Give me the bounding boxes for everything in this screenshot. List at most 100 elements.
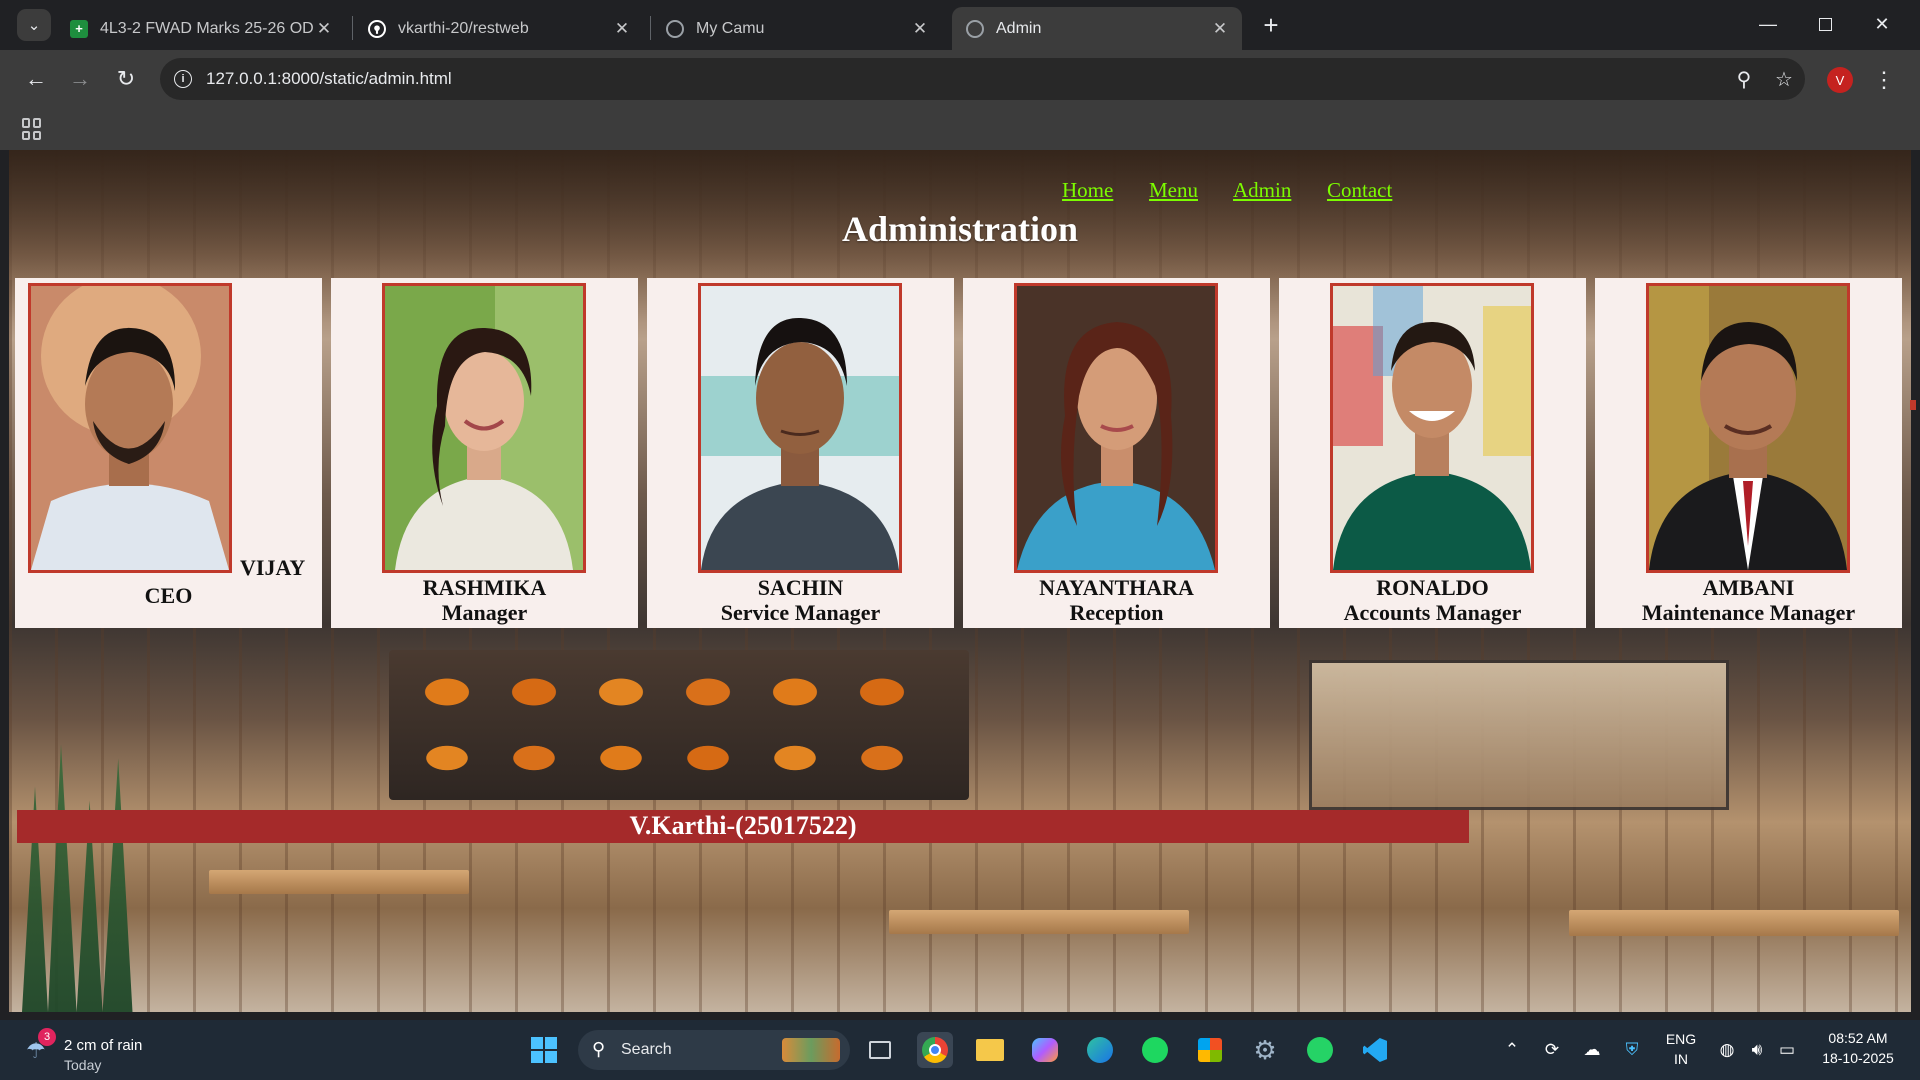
back-button[interactable]: ← <box>20 63 52 95</box>
staff-card-service-manager: SACHIN Service Manager <box>647 278 954 628</box>
close-icon[interactable]: ✕ <box>1210 19 1230 39</box>
github-icon <box>368 19 386 38</box>
spotify-button[interactable] <box>1137 1032 1173 1068</box>
nav-contact-link[interactable]: Contact <box>1327 178 1392 203</box>
sync-icon[interactable]: ⟳ <box>1540 1038 1564 1062</box>
page-viewport: Home Menu Admin Contact Administration V… <box>9 150 1911 1012</box>
background-table <box>209 870 469 894</box>
search-highlight-art <box>782 1038 840 1062</box>
file-explorer-button[interactable] <box>972 1032 1008 1068</box>
apps-grid-icon[interactable] <box>22 118 44 140</box>
edge-button[interactable] <box>1082 1032 1118 1068</box>
copilot-button[interactable] <box>1027 1032 1063 1068</box>
nav-menu-link[interactable]: Menu <box>1149 178 1198 203</box>
weather-text: 2 cm of rain <box>64 1037 143 1054</box>
network-icon[interactable]: ◍ <box>1715 1038 1739 1062</box>
background-table <box>1569 910 1899 936</box>
browser-toolbar: ← → ↻ i 127.0.0.1:8000/static/admin.html… <box>0 50 1920 108</box>
minimize-button[interactable]: — <box>1748 8 1788 40</box>
staff-card-manager: RASHMIKA Manager <box>331 278 638 628</box>
tab-title: My Camu <box>696 19 765 37</box>
staff-name: RONALDO <box>1376 575 1489 600</box>
edge-icon <box>1087 1037 1113 1063</box>
staff-photo <box>1646 283 1850 573</box>
search-label: Search <box>621 1041 672 1058</box>
staff-role: CEO <box>144 583 193 608</box>
battery-icon[interactable]: ▭ <box>1775 1038 1799 1062</box>
cloud-off-icon[interactable]: ☁ <box>1580 1038 1604 1062</box>
chrome-icon <box>922 1037 948 1063</box>
browser-menu-button[interactable]: ⋮ <box>1872 64 1896 96</box>
clock-time[interactable]: 08:52 AM <box>1808 1030 1908 1046</box>
copilot-icon <box>1032 1038 1058 1062</box>
security-shield-icon[interactable]: ⛨ <box>1620 1038 1644 1062</box>
taskbar: ☂ 3 2 cm of rain Today ⚲ Search ⚙ ⌃ ⟳ ☁ … <box>0 1020 1920 1080</box>
background-plant <box>22 744 133 1012</box>
close-window-button[interactable]: ✕ <box>1862 8 1902 40</box>
settings-button[interactable]: ⚙ <box>1247 1032 1283 1068</box>
nav-admin-link[interactable]: Admin <box>1233 178 1291 203</box>
staff-role: Maintenance Manager <box>1641 600 1856 625</box>
staff-photo <box>1014 283 1218 573</box>
tab-fwad-marks[interactable]: + 4L3-2 FWAD Marks 25-26 ODD ✕ <box>56 7 346 50</box>
staff-name: AMBANI <box>1702 575 1795 600</box>
input-region[interactable]: IN <box>1660 1051 1702 1067</box>
tab-my-camu[interactable]: My Camu ✕ <box>652 7 942 50</box>
clock-date[interactable]: 18-10-2025 <box>1808 1050 1908 1066</box>
sheets-icon: + <box>70 19 88 38</box>
tab-title: Admin <box>996 19 1042 37</box>
whatsapp-button[interactable] <box>1302 1032 1338 1068</box>
close-icon[interactable]: ✕ <box>910 19 930 39</box>
footer-bar: V.Karthi-(25017522) <box>17 810 1469 843</box>
gear-icon: ⚙ <box>1253 1034 1277 1065</box>
profile-avatar[interactable]: V <box>1827 67 1853 93</box>
staff-card-maintenance-manager: AMBANI Maintenance Manager <box>1595 278 1902 628</box>
new-tab-button[interactable]: + <box>1256 10 1286 40</box>
tab-admin[interactable]: Admin ✕ <box>952 7 1242 50</box>
forward-button[interactable]: → <box>64 63 96 95</box>
store-icon <box>1198 1038 1222 1062</box>
spotify-icon <box>1142 1037 1168 1063</box>
close-icon[interactable]: ✕ <box>612 19 632 39</box>
url-text[interactable]: 127.0.0.1:8000/static/admin.html <box>206 69 452 89</box>
staff-card-accounts-manager: RONALDO Accounts Manager <box>1279 278 1586 628</box>
input-language[interactable]: ENG <box>1660 1031 1702 1047</box>
show-hidden-icons-button[interactable]: ⌃ <box>1500 1038 1524 1062</box>
staff-photo <box>28 283 232 573</box>
bookmark-button[interactable]: ☆ <box>1770 65 1798 93</box>
site-info-button[interactable]: i <box>168 64 198 94</box>
staff-photo <box>382 283 586 573</box>
reload-button[interactable]: ↻ <box>110 63 142 95</box>
zoom-icon: ⚲ <box>1736 68 1752 91</box>
vscode-button[interactable] <box>1357 1032 1393 1068</box>
close-icon[interactable]: ✕ <box>314 19 334 39</box>
taskbar-search[interactable]: ⚲ Search <box>578 1030 850 1070</box>
scrollbar-marker[interactable] <box>1910 400 1916 410</box>
weather-widget[interactable]: ☂ 3 2 cm of rain Today <box>22 1028 222 1073</box>
folder-icon <box>976 1039 1004 1061</box>
start-button[interactable] <box>526 1032 562 1068</box>
staff-name: NAYANTHARA <box>1039 575 1194 600</box>
globe-icon <box>966 19 984 38</box>
store-button[interactable] <box>1192 1032 1228 1068</box>
tab-strip: ⌄ + 4L3-2 FWAD Marks 25-26 ODD ✕ vkarthi… <box>0 0 1920 50</box>
tab-github[interactable]: vkarthi-20/restweb ✕ <box>354 7 644 50</box>
reload-icon: ↻ <box>116 66 136 91</box>
zoom-button[interactable]: ⚲ <box>1730 65 1758 93</box>
address-bar[interactable]: i 127.0.0.1:8000/static/admin.html ⚲ ☆ <box>160 58 1805 100</box>
chrome-taskbar-button[interactable] <box>917 1032 953 1068</box>
close-icon: ✕ <box>1874 13 1890 34</box>
staff-card-ceo: VIJAY CEO <box>15 278 322 628</box>
windows-icon <box>531 1037 557 1063</box>
staff-name: RASHMIKA <box>422 575 547 600</box>
staff-role: Manager <box>441 600 528 625</box>
nav-home-link[interactable]: Home <box>1062 178 1113 203</box>
page-title: Administration <box>841 209 1079 249</box>
task-view-button[interactable] <box>862 1032 898 1068</box>
maximize-button[interactable] <box>1805 8 1845 40</box>
vscode-icon <box>1363 1038 1387 1062</box>
staff-role: Reception <box>1069 600 1164 625</box>
tab-search-button[interactable]: ⌄ <box>17 9 51 41</box>
tab-title: 4L3-2 FWAD Marks 25-26 ODD <box>100 19 314 37</box>
volume-icon[interactable]: 🔊︎ <box>1745 1038 1769 1062</box>
